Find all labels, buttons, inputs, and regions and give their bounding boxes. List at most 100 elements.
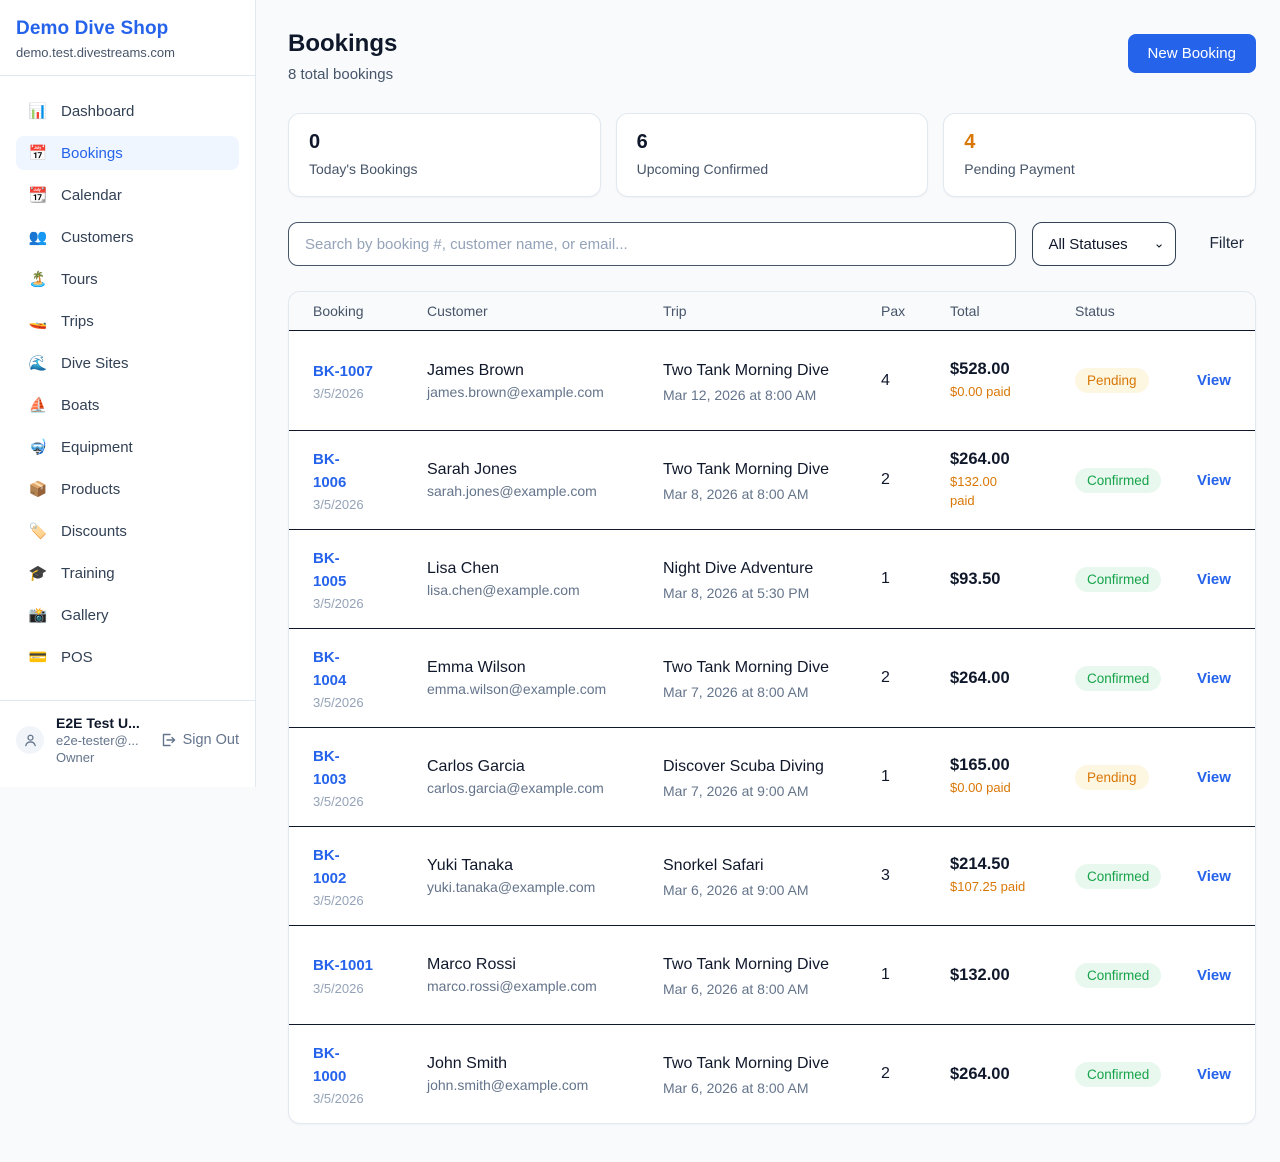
total-amount: $132.00 — [950, 966, 1075, 985]
sidebar-item-discounts[interactable]: 🏷️ Discounts — [16, 514, 239, 548]
page-title-block: Bookings 8 total bookings — [288, 30, 397, 83]
sidebar-item-label: Calendar — [61, 187, 122, 204]
pax-count: 1 — [881, 570, 950, 588]
total-amount: $93.50 — [950, 570, 1075, 589]
trip-datetime: Mar 7, 2026 at 9:00 AM — [663, 783, 867, 799]
tag-icon: 🏷️ — [28, 522, 48, 540]
customer-cell: Yuki Tanaka yuki.tanaka@example.com — [427, 857, 663, 895]
booking-id-link[interactable]: BK-1003 — [313, 745, 359, 792]
search-input[interactable] — [288, 222, 1016, 266]
booking-id-link[interactable]: BK-1001 — [313, 954, 427, 977]
sidebar-item-calendar[interactable]: 📆 Calendar — [16, 178, 239, 212]
stat-label: Upcoming Confirmed — [637, 161, 908, 177]
filter-bar: All Statuses ⌄ Filter — [288, 222, 1256, 266]
sidebar-item-label: Bookings — [61, 145, 123, 162]
paid-amount: $0.00 paid — [950, 779, 1075, 798]
sidebar: Demo Dive Shop demo.test.divestreams.com… — [0, 0, 256, 787]
trip-datetime: Mar 7, 2026 at 8:00 AM — [663, 684, 867, 700]
trip-cell: Two Tank Morning Dive Mar 8, 2026 at 8:0… — [663, 458, 881, 502]
sidebar-item-bookings[interactable]: 📅 Bookings — [16, 136, 239, 170]
status-cell: Confirmed — [1075, 567, 1197, 592]
view-link[interactable]: View — [1197, 1066, 1231, 1083]
sidebar-item-trips[interactable]: 🚤 Trips — [16, 304, 239, 338]
island-icon: 🏝️ — [28, 270, 48, 288]
view-link[interactable]: View — [1197, 670, 1231, 687]
booking-date: 3/5/2026 — [313, 596, 427, 611]
booking-cell: BK-1004 3/5/2026 — [313, 646, 427, 711]
sign-out-button[interactable]: Sign Out — [160, 732, 239, 748]
sidebar-item-pos[interactable]: 💳 POS — [16, 640, 239, 674]
booking-cell: BK-1007 3/5/2026 — [313, 360, 427, 401]
booking-id-link[interactable]: BK-1006 — [313, 448, 359, 495]
status-badge: Confirmed — [1075, 963, 1161, 988]
customer-email: emma.wilson@example.com — [427, 681, 663, 697]
dive-mask-icon: 🤿 — [28, 438, 48, 456]
booking-id-link[interactable]: BK-1004 — [313, 646, 359, 693]
wave-icon: 🌊 — [28, 354, 48, 372]
bookings-count: 8 total bookings — [288, 66, 397, 83]
people-icon: 👥 — [28, 228, 48, 246]
booking-id-link[interactable]: BK-1000 — [313, 1042, 359, 1089]
table-row: BK-1000 3/5/2026 John Smith john.smith@e… — [289, 1024, 1255, 1123]
booking-date: 3/5/2026 — [313, 981, 427, 996]
column-header-customer: Customer — [427, 292, 663, 330]
customer-name: Carlos Garcia — [427, 758, 663, 776]
trip-datetime: Mar 8, 2026 at 5:30 PM — [663, 585, 867, 601]
trip-datetime: Mar 6, 2026 at 9:00 AM — [663, 882, 867, 898]
pax-count: 2 — [881, 471, 950, 489]
sidebar-item-equipment[interactable]: 🤿 Equipment — [16, 430, 239, 464]
sidebar-item-gallery[interactable]: 📸 Gallery — [16, 598, 239, 632]
sidebar-item-label: Boats — [61, 397, 99, 414]
trip-name: Discover Scuba Diving — [663, 755, 867, 779]
stat-card-pending-payment: 4 Pending Payment — [943, 113, 1256, 197]
sidebar-item-label: Trips — [61, 313, 94, 330]
sidebar-item-label: Dashboard — [61, 103, 134, 120]
trip-cell: Two Tank Morning Dive Mar 6, 2026 at 8:0… — [663, 953, 881, 997]
trip-datetime: Mar 8, 2026 at 8:00 AM — [663, 486, 867, 502]
pax-count: 4 — [881, 372, 950, 390]
column-header-pax: Pax — [881, 292, 950, 330]
user-role: Owner — [56, 750, 148, 765]
view-link[interactable]: View — [1197, 868, 1231, 885]
sidebar-item-label: Tours — [61, 271, 98, 288]
view-link[interactable]: View — [1197, 472, 1231, 489]
status-badge: Confirmed — [1075, 468, 1161, 493]
new-booking-button[interactable]: New Booking — [1128, 34, 1256, 73]
pax-count: 3 — [881, 867, 950, 885]
status-badge: Confirmed — [1075, 1062, 1161, 1087]
shop-brand: Demo Dive Shop demo.test.divestreams.com — [0, 0, 255, 76]
booking-id-link[interactable]: BK-1002 — [313, 844, 359, 891]
booking-id-link[interactable]: BK-1007 — [313, 360, 427, 383]
package-icon: 📦 — [28, 480, 48, 498]
sidebar-item-boats[interactable]: ⛵ Boats — [16, 388, 239, 422]
customer-name: Lisa Chen — [427, 560, 663, 578]
sidebar-item-tours[interactable]: 🏝️ Tours — [16, 262, 239, 296]
sidebar-item-products[interactable]: 📦 Products — [16, 472, 239, 506]
shop-name: Demo Dive Shop — [16, 18, 239, 40]
filter-button[interactable]: Filter — [1209, 235, 1243, 253]
sidebar-item-customers[interactable]: 👥 Customers — [16, 220, 239, 254]
sidebar-item-dive-sites[interactable]: 🌊 Dive Sites — [16, 346, 239, 380]
booking-id-link[interactable]: BK-1005 — [313, 547, 359, 594]
pax-count: 2 — [881, 669, 950, 687]
status-filter-select[interactable]: All Statuses — [1032, 222, 1176, 266]
user-meta: E2E Test U... e2e-tester@... Owner — [56, 715, 148, 765]
sidebar-item-training[interactable]: 🎓 Training — [16, 556, 239, 590]
total-amount: $214.50 — [950, 855, 1075, 874]
view-link[interactable]: View — [1197, 571, 1231, 588]
column-header-actions — [1197, 300, 1231, 322]
status-cell: Confirmed — [1075, 864, 1197, 889]
view-link[interactable]: View — [1197, 769, 1231, 786]
view-link[interactable]: View — [1197, 967, 1231, 984]
customer-email: sarah.jones@example.com — [427, 483, 663, 499]
user-section: E2E Test U... e2e-tester@... Owner Sign … — [0, 701, 255, 781]
bar-chart-icon: 📊 — [28, 102, 48, 120]
sidebar-item-label: Gallery — [61, 607, 109, 624]
pax-count: 1 — [881, 966, 950, 984]
sidebar-item-dashboard[interactable]: 📊 Dashboard — [16, 94, 239, 128]
page-title: Bookings — [288, 30, 397, 58]
view-link[interactable]: View — [1197, 372, 1231, 389]
customer-email: yuki.tanaka@example.com — [427, 879, 663, 895]
total-amount: $264.00 — [950, 669, 1075, 688]
booking-date: 3/5/2026 — [313, 893, 427, 908]
